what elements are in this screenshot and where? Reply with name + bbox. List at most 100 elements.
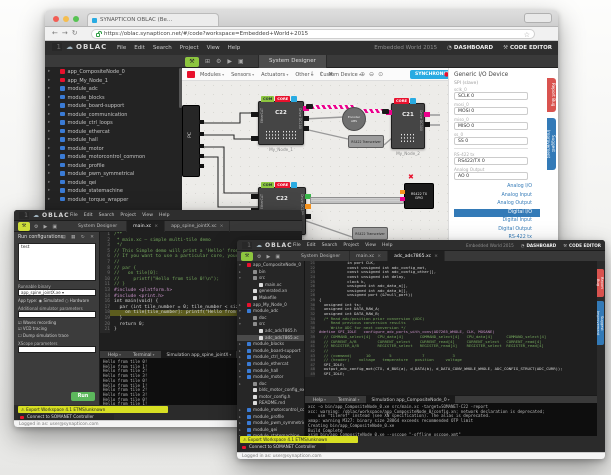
pc-node[interactable]: PC (182, 105, 200, 177)
run-icon[interactable]: ▶ (227, 58, 232, 65)
sim-params-input[interactable] (18, 311, 96, 318)
rs422-transceiver-node-2[interactable]: RS422 Transceiver (352, 227, 388, 240)
browser-tab[interactable]: SYNAPTICON OBLAC (Be… (87, 13, 219, 26)
console-tab[interactable]: Help (103, 351, 126, 358)
io-type-item[interactable]: Digital I/O (454, 209, 540, 218)
zoom-in-icon[interactable]: ⊕ (360, 71, 365, 78)
tree-item[interactable]: README.md (237, 400, 304, 407)
tree-item[interactable]: module_profile (237, 414, 304, 421)
palette-category[interactable]: Actuators (261, 72, 288, 78)
menu-item[interactable]: Search (322, 243, 338, 248)
tab-system-designer[interactable]: System Designer (258, 55, 327, 68)
menu-item[interactable]: Project (120, 213, 136, 218)
tree-item[interactable]: Makefile (237, 295, 304, 302)
tree-item[interactable]: generated.xn (237, 288, 304, 295)
export-workspace-banner[interactable]: ⚠ Export Workspace 4.1 ETMS/unknown (240, 436, 358, 443)
code-editor[interactable]: in port CLK, const unsigned int adc_conf… (305, 261, 597, 395)
menu-item[interactable]: View (207, 45, 220, 51)
browser-profile-button[interactable] (524, 13, 552, 23)
bookmark-star-icon[interactable]: ☆ (524, 30, 530, 39)
tree-item[interactable]: module_ctrl_loops (45, 119, 182, 128)
tree-item[interactable]: module_blocks (45, 94, 182, 103)
build-button[interactable]: ⚒ (241, 252, 253, 261)
menu-item[interactable]: Edit (307, 243, 316, 248)
download-icon[interactable]: ⇩ (310, 71, 315, 78)
menu-item[interactable]: Search (153, 45, 172, 51)
build-button[interactable]: ⚒ (18, 222, 30, 231)
tree-item[interactable]: module_board-support (237, 348, 304, 355)
field-input[interactable]: AO 0 (454, 172, 528, 180)
field-input[interactable]: MISO 0 (454, 122, 528, 130)
io-type-item[interactable]: Analog I/O (454, 183, 540, 192)
tree-item[interactable]: app_My_Node_1 (45, 77, 182, 86)
menu-item[interactable]: File (70, 213, 78, 218)
close-icon[interactable]: × (434, 254, 438, 259)
tree-item[interactable]: module_adc (237, 308, 304, 315)
delete-icon[interactable]: ✖ (328, 71, 333, 78)
close-icon[interactable]: × (154, 224, 158, 229)
menu-item[interactable]: View (142, 213, 153, 218)
run-icon[interactable]: ▶ (266, 254, 270, 260)
tree-item[interactable]: module_motorcontrol_common (237, 407, 304, 414)
zoom-out-icon[interactable]: ⊖ (369, 71, 374, 78)
console-tab[interactable]: Simulation app_CompositeNode_0 (366, 396, 454, 403)
close-window-button[interactable] (53, 16, 59, 22)
suggest-improvement-tab[interactable]: Suggest Improvement (547, 118, 556, 170)
tree-item[interactable]: main.xc (237, 282, 304, 289)
tree-item[interactable]: module_ethercat (237, 361, 304, 368)
xscope-input[interactable] (18, 346, 96, 353)
rs422-transceiver-node[interactable]: RS422 Transceiver (348, 135, 384, 148)
runnable-select[interactable]: app_spine_jointX.xe ▾ (18, 289, 96, 296)
tree-item[interactable]: module_profile (45, 162, 182, 171)
code-editor-link[interactable]: ⚒CODE EDITOR (503, 45, 552, 51)
check-row[interactable]: ☑ VCD tracing (18, 326, 95, 331)
check-row[interactable]: ☐ Dump simulation trace (18, 333, 95, 338)
field-input[interactable]: MOSI 0 (454, 107, 528, 115)
io-type-item[interactable]: Digital Output (454, 226, 540, 235)
palette-category[interactable]: Sensors (231, 72, 254, 78)
run-config-item[interactable]: test (19, 244, 95, 251)
radio-simulated-label[interactable]: Simulated (43, 298, 63, 303)
menu-item[interactable]: Help (228, 45, 241, 51)
palette-category[interactable]: Modules (200, 72, 224, 78)
console-tab[interactable]: Terminal (128, 351, 160, 358)
nav-icons[interactable]: ←→↻ (52, 29, 82, 37)
editor-tab[interactable]: System Designer (72, 221, 127, 232)
menu-item[interactable]: File (117, 45, 126, 51)
grid-icon[interactable]: ⊞ (205, 58, 210, 65)
tree-item[interactable]: module_ethercat (45, 128, 182, 137)
menu-item[interactable]: File (293, 243, 301, 248)
tree-item[interactable]: src (237, 321, 304, 328)
encoder-node[interactable]: Encoder ABS (342, 107, 366, 131)
minimize-window-button[interactable] (63, 16, 69, 22)
tree-item[interactable]: module_adc (45, 85, 182, 94)
suggest-improvement-tab[interactable]: Suggest Improvement (597, 301, 604, 345)
close-icon[interactable]: × (220, 224, 224, 229)
tree-item[interactable]: bldc_motor_config_example.h (237, 387, 304, 394)
io-type-item[interactable]: Analog Input (454, 192, 540, 201)
check-row[interactable]: ☑ Waves recording (18, 320, 95, 325)
tree-item[interactable]: module_qei (237, 427, 304, 434)
tree-item[interactable]: module_qei (45, 179, 182, 188)
gear-icon[interactable]: ⚙ (34, 224, 38, 230)
run-button[interactable]: Run (71, 392, 95, 401)
tree-item[interactable]: module_motorcontrol_common (45, 153, 182, 162)
menu-item[interactable]: Search (99, 213, 115, 218)
panel-icon[interactable]: ▣ (52, 224, 57, 230)
editor-tab[interactable]: main.xc× (127, 221, 165, 232)
panel-icon[interactable]: ▣ (275, 254, 280, 260)
console-tab[interactable]: Terminal (333, 396, 365, 403)
node-my-node-1[interactable]: COMCORE EtherCAT Drive DC100 C22 My_Node… (258, 101, 304, 145)
url-input[interactable]: https://oblac.synapticon.net/#/code?work… (91, 29, 535, 39)
gear-icon[interactable]: ⚙ (216, 58, 221, 65)
upload-icon[interactable]: ⇧ (319, 71, 324, 78)
maximize-window-button[interactable] (73, 16, 79, 22)
run-config-icons[interactable]: ▤ ▦ ↻ ✕ (61, 235, 96, 240)
field-input[interactable]: SCLK 0 (454, 92, 528, 100)
menu-item[interactable]: Project (343, 243, 359, 248)
tree-item[interactable]: bin (237, 269, 304, 276)
tree-item[interactable]: adc_ads7865.h (237, 328, 304, 335)
menu-item[interactable]: Project (180, 45, 199, 51)
console-output[interactable]: xcc -o bin/app_CompositeNode_0.xe src/ma… (305, 403, 597, 436)
menu-item[interactable]: Edit (134, 45, 145, 51)
